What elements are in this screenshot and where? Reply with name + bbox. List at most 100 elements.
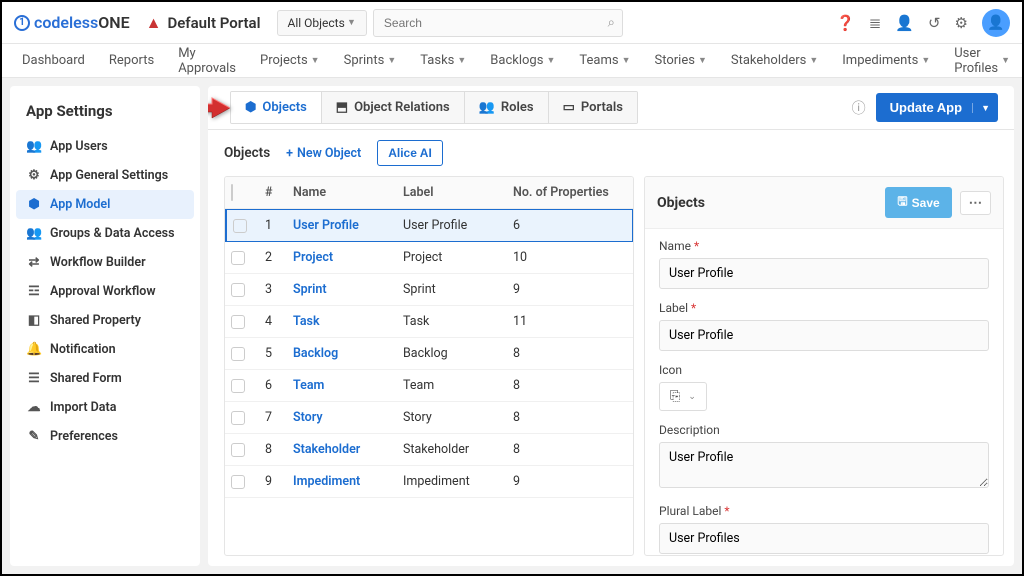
description-input[interactable] <box>659 442 989 488</box>
sidebar-item-label: App General Settings <box>50 168 168 183</box>
row-checkbox[interactable] <box>231 411 245 425</box>
sidebar-item-notification[interactable]: 🔔Notification <box>16 335 194 364</box>
nav-user-profiles[interactable]: User Profiles▼ <box>954 46 1010 76</box>
sidebar-item-icon: ⬢ <box>26 197 42 212</box>
object-name-link[interactable]: Backlog <box>293 346 338 361</box>
row-checkbox[interactable] <box>231 251 245 265</box>
object-type-select[interactable]: All Objects ▼ <box>277 10 367 36</box>
label-input[interactable] <box>659 320 989 351</box>
sidebar-item-label: Groups & Data Access <box>50 226 175 241</box>
search-icon[interactable]: ⌕ <box>608 15 615 30</box>
save-button[interactable]: 🖫 Save <box>885 187 951 218</box>
tab-roles[interactable]: 👥Roles <box>465 92 549 123</box>
object-name-link[interactable]: Sprint <box>293 282 327 297</box>
global-search: ⌕ <box>373 9 623 37</box>
table-cell: 11 <box>507 306 633 338</box>
nav-projects[interactable]: Projects▼ <box>260 53 320 68</box>
name-input[interactable] <box>659 258 989 289</box>
help-icon[interactable]: ❓ <box>836 14 855 32</box>
sidebar-item-groups-data-access[interactable]: 👥Groups & Data Access <box>16 219 194 248</box>
row-checkbox[interactable] <box>231 475 245 489</box>
history-icon[interactable]: ↺ <box>928 14 941 32</box>
database-icon[interactable]: ≣ <box>869 14 882 32</box>
update-app-button[interactable]: Update App ▼ <box>876 93 998 122</box>
sidebar-item-shared-form[interactable]: ☰Shared Form <box>16 364 194 393</box>
sidebar-item-approval-workflow[interactable]: ☲Approval Workflow <box>16 277 194 306</box>
table-cell[interactable]: Sprint <box>287 274 397 306</box>
sidebar-item-workflow-builder[interactable]: ⇄Workflow Builder <box>16 248 194 277</box>
more-actions-button[interactable]: ⋯ <box>960 191 991 215</box>
table-header: Label <box>397 177 507 209</box>
detail-title: Objects <box>657 195 705 211</box>
chevron-down-icon[interactable]: ▼ <box>972 103 990 113</box>
table-cell <box>225 466 259 498</box>
nav-stories[interactable]: Stories▼ <box>655 53 707 68</box>
object-name-link[interactable]: Stakeholder <box>293 442 360 457</box>
brand-logo[interactable]: 1 codelessONE <box>14 13 130 32</box>
sidebar-item-app-users[interactable]: 👥App Users <box>16 132 194 161</box>
table-cell <box>225 434 259 466</box>
table-cell[interactable]: Team <box>287 370 397 402</box>
row-checkbox[interactable] <box>231 347 245 361</box>
user-add-icon[interactable]: 👤 <box>895 14 914 32</box>
nav-impediments[interactable]: Impediments▼ <box>842 53 930 68</box>
info-icon[interactable]: ⓘ <box>852 98 866 118</box>
portal-name: Default Portal <box>167 14 260 32</box>
alice-ai-button[interactable]: Alice AI <box>377 140 443 166</box>
portal-selector[interactable]: ▲ Default Portal <box>146 13 261 33</box>
row-checkbox[interactable] <box>231 283 245 297</box>
field-label-label: Label * <box>659 301 989 315</box>
table-cell: 8 <box>507 434 633 466</box>
table-cell[interactable]: Backlog <box>287 338 397 370</box>
sidebar-item-icon: ✎ <box>26 429 42 444</box>
select-all-checkbox[interactable] <box>231 184 233 201</box>
new-object-label: New Object <box>297 146 361 161</box>
nav-backlogs[interactable]: Backlogs▼ <box>490 53 555 68</box>
sidebar-item-app-model[interactable]: ⬢App Model <box>16 190 194 219</box>
table-cell[interactable]: Impediment <box>287 466 397 498</box>
row-checkbox[interactable] <box>231 379 245 393</box>
table-cell[interactable]: Project <box>287 242 397 274</box>
row-checkbox[interactable] <box>231 443 245 457</box>
object-name-link[interactable]: Story <box>293 410 323 425</box>
tab-label: Object Relations <box>354 100 450 115</box>
object-name-link[interactable]: User Profile <box>293 218 359 233</box>
table-cell[interactable]: User Profile <box>287 209 397 242</box>
chevron-down-icon: ▼ <box>457 55 466 66</box>
sidebar-item-app-general-settings[interactable]: ⚙App General Settings <box>16 161 194 190</box>
tab-objects[interactable]: ⬢Objects <box>231 92 322 123</box>
row-checkbox[interactable] <box>233 219 247 233</box>
table-cell[interactable]: Stakeholder <box>287 434 397 466</box>
sidebar-item-shared-property[interactable]: ◧Shared Property <box>16 306 194 335</box>
object-name-link[interactable]: Team <box>293 378 324 393</box>
sidebar-title: App Settings <box>16 98 194 132</box>
nav-stakeholders[interactable]: Stakeholders▼ <box>731 53 818 68</box>
nav-reports[interactable]: Reports <box>109 53 154 68</box>
table-cell[interactable]: Task <box>287 306 397 338</box>
row-checkbox[interactable] <box>231 315 245 329</box>
avatar[interactable]: 👤 <box>982 9 1010 37</box>
nav-tasks[interactable]: Tasks▼ <box>420 53 466 68</box>
search-input[interactable] <box>373 9 623 37</box>
nav-my-approvals[interactable]: My Approvals <box>178 46 236 76</box>
plural-label-input[interactable] <box>659 523 989 554</box>
sidebar-item-import-data[interactable]: ☁Import Data <box>16 393 194 422</box>
sidebar-item-preferences[interactable]: ✎Preferences <box>16 422 194 451</box>
table-cell: Story <box>397 402 507 434</box>
nav-dashboard[interactable]: Dashboard <box>22 53 85 68</box>
new-object-button[interactable]: + New Object <box>286 146 361 161</box>
tab-portals[interactable]: ▭Portals <box>549 92 637 123</box>
icon-picker[interactable]: ⎘ ⌄ <box>659 382 707 411</box>
object-name-link[interactable]: Impediment <box>293 474 360 489</box>
table-cell: Task <box>397 306 507 338</box>
table-cell[interactable]: Story <box>287 402 397 434</box>
table-cell: User Profile <box>397 209 507 242</box>
tab-object-relations[interactable]: ⬒Object Relations <box>322 92 465 123</box>
save-label: Save <box>912 196 940 210</box>
nav-sprints[interactable]: Sprints▼ <box>344 53 397 68</box>
nav-teams[interactable]: Teams▼ <box>579 53 630 68</box>
object-name-link[interactable]: Project <box>293 250 333 265</box>
top-bar: 1 codelessONE ▲ Default Portal All Objec… <box>2 2 1022 44</box>
object-name-link[interactable]: Task <box>293 314 320 329</box>
gear-icon[interactable]: ⚙ <box>955 14 968 32</box>
